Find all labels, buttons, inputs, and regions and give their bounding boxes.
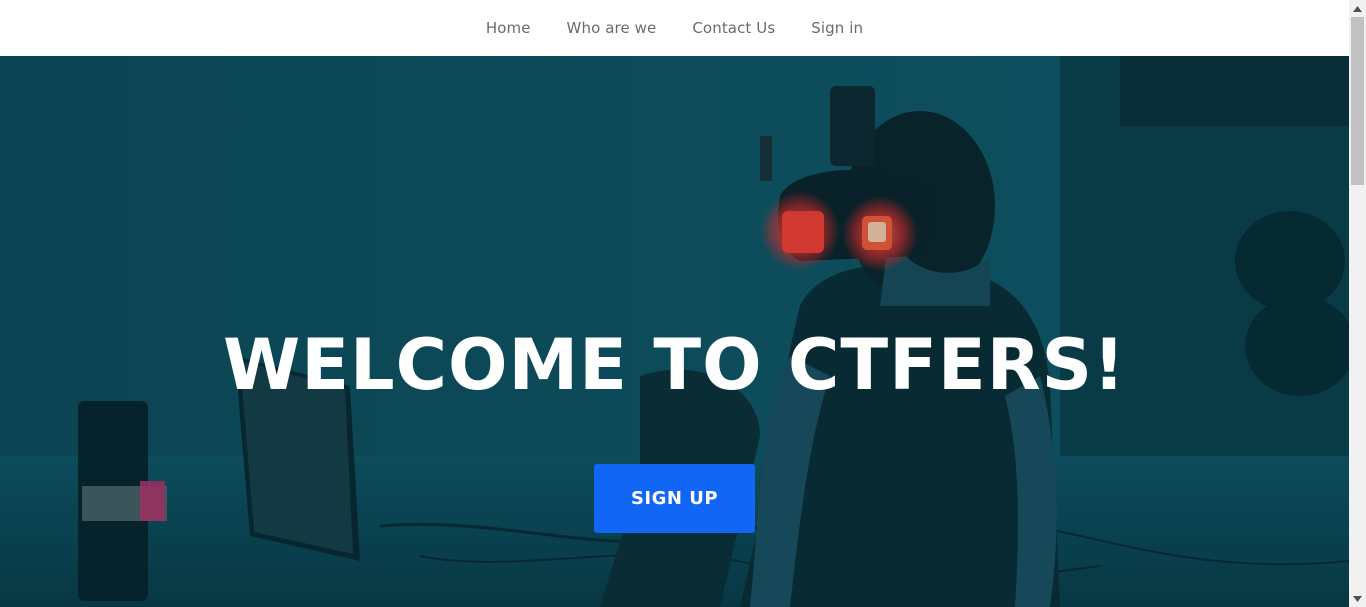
vertical-scrollbar-thumb[interactable]: [1351, 17, 1364, 185]
top-navbar: Home Who are we Contact Us Sign in: [0, 0, 1349, 56]
triangle-up-icon: [1353, 5, 1362, 12]
sign-up-button[interactable]: SIGN UP: [594, 464, 755, 533]
nav-link-contact-us[interactable]: Contact Us: [674, 19, 793, 37]
scroll-up-arrow[interactable]: [1349, 0, 1366, 17]
nav-link-who-are-we[interactable]: Who are we: [549, 19, 675, 37]
hero-section: WELCOME TO CTFERS! SIGN UP: [0, 56, 1349, 607]
nav-links: Home Who are we Contact Us Sign in: [468, 19, 881, 37]
nav-link-home[interactable]: Home: [468, 19, 549, 37]
triangle-down-icon: [1353, 595, 1362, 602]
nav-link-sign-in[interactable]: Sign in: [793, 19, 881, 37]
scroll-down-arrow[interactable]: [1349, 590, 1366, 607]
hero-title: WELCOME TO CTFERS!: [223, 324, 1126, 406]
